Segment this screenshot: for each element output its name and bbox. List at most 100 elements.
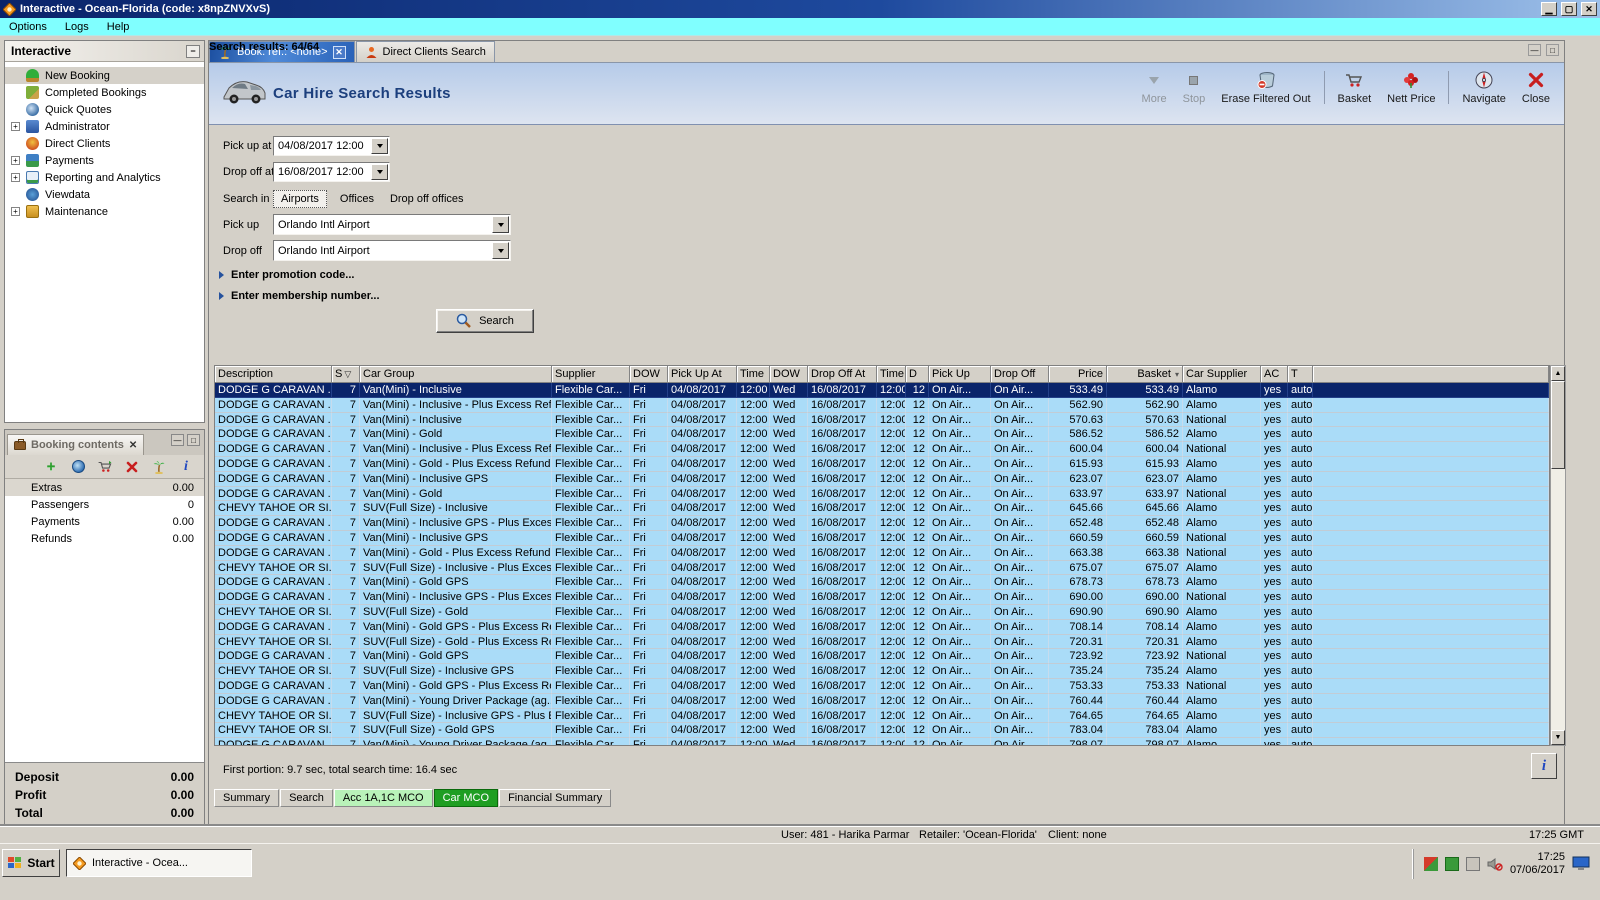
result-row[interactable]: DODGE G CARAVAN ... 7 Van(Mini) - Young …	[215, 738, 1549, 745]
antivirus-tray-icon[interactable]	[1423, 857, 1438, 871]
pickup-at-combobox[interactable]: 04/08/2017 12:00	[273, 136, 390, 156]
result-row[interactable]: DODGE G CARAVAN ... 7 Van(Mini) - Inclus…	[215, 590, 1549, 605]
chevron-down-icon[interactable]	[371, 164, 388, 180]
column-header-basket[interactable]: Basket ▾	[1107, 366, 1183, 383]
column-header[interactable]: Drop Off At	[808, 366, 877, 383]
sidebar-item[interactable]: + Viewdata	[5, 186, 204, 203]
promotion-code-expander[interactable]: Enter promotion code...	[219, 269, 354, 281]
result-row[interactable]: DODGE G CARAVAN ... 7 Van(Mini) - Inclus…	[215, 412, 1549, 428]
column-header[interactable]: DOW	[630, 366, 668, 383]
membership-number-expander[interactable]: Enter membership number...	[219, 290, 380, 302]
result-row[interactable]: CHEVY TAHOE OR SI... 7 SUV(Full Size) - …	[215, 501, 1549, 517]
result-row[interactable]: DODGE G CARAVAN ... 7 Van(Mini) - Gold G…	[215, 619, 1549, 635]
search-in-option[interactable]: Airports	[273, 190, 327, 208]
sidebar-item[interactable]: + Payments	[5, 152, 204, 169]
booking-contents-row[interactable]: Extras 0.00	[5, 479, 204, 496]
scroll-up-icon[interactable]: ▲	[1551, 366, 1565, 381]
search-button[interactable]: Search	[436, 309, 534, 333]
column-header[interactable]: Price	[1049, 366, 1107, 383]
restore-icon[interactable]: □	[1546, 44, 1559, 56]
close-icon[interactable]: ✕	[1581, 2, 1597, 16]
column-header[interactable]: Time	[737, 366, 770, 383]
scrollbar-track[interactable]	[1551, 381, 1565, 730]
erase-filtered-out-button[interactable]: Erase Filtered Out	[1213, 68, 1318, 107]
column-header[interactable]: Pick Up At	[668, 366, 737, 383]
column-header[interactable]: DOW	[770, 366, 808, 383]
basket-icon[interactable]	[97, 459, 113, 475]
tab-direct-clients-search[interactable]: Direct Clients Search	[355, 41, 495, 62]
start-button[interactable]: Start	[2, 849, 60, 877]
pickup-combobox[interactable]: Orlando Intl Airport	[273, 214, 511, 235]
menu-item[interactable]: Logs	[56, 19, 98, 35]
maximize-icon[interactable]: ▢	[1561, 2, 1577, 16]
maximize-icon[interactable]: □	[187, 434, 200, 446]
chevron-down-icon[interactable]	[371, 138, 388, 154]
collapse-icon[interactable]: −	[186, 44, 200, 58]
result-row[interactable]: DODGE G CARAVAN ... 7 Van(Mini) - Inclus…	[215, 516, 1549, 531]
bottom-tab[interactable]: Search	[280, 789, 333, 807]
taskbar-task-button[interactable]: Interactive - Ocea...	[66, 849, 252, 877]
basket-button[interactable]: Basket	[1330, 68, 1380, 107]
result-row[interactable]: DODGE G CARAVAN ... 7 Van(Mini) - Gold F…	[215, 427, 1549, 443]
result-row[interactable]: DODGE G CARAVAN ... 7 Van(Mini) - Inclus…	[215, 530, 1549, 546]
menu-item[interactable]: Options	[0, 19, 56, 35]
close-tab-icon[interactable]: ✕	[332, 45, 346, 59]
booking-contents-tab[interactable]: Booking contents ✕	[7, 434, 145, 455]
result-row[interactable]: DODGE G CARAVAN ... 7 Van(Mini) - Gold -…	[215, 456, 1549, 472]
chevron-down-icon[interactable]	[492, 216, 509, 233]
palm-tree-icon[interactable]	[151, 459, 167, 475]
delete-icon[interactable]	[124, 459, 140, 475]
minimize-icon[interactable]: ▁	[1541, 2, 1557, 16]
tray-clock[interactable]: 17:25 07/06/2017	[1510, 851, 1565, 877]
close-button[interactable]: Close	[1514, 68, 1558, 107]
column-header[interactable]: Car Group	[360, 366, 552, 383]
column-header[interactable]: AC	[1261, 366, 1288, 383]
info-button[interactable]: i	[1531, 753, 1557, 779]
device-tray-icon[interactable]	[1465, 857, 1480, 871]
result-row[interactable]: DODGE G CARAVAN ... 7 Van(Mini) - Gold G…	[215, 678, 1549, 694]
menu-item[interactable]: Help	[98, 19, 139, 35]
result-row[interactable]: CHEVY TAHOE OR SI... 7 SUV(Full Size) - …	[215, 723, 1549, 739]
booking-contents-row[interactable]: Payments 0.00	[5, 513, 204, 530]
expand-plus-icon[interactable]: +	[11, 122, 20, 131]
dropoff-combobox[interactable]: Orlando Intl Airport	[273, 240, 511, 261]
result-row[interactable]: CHEVY TAHOE OR SI... 7 SUV(Full Size) - …	[215, 708, 1549, 724]
network-tray-icon[interactable]	[1444, 857, 1459, 871]
vertical-scrollbar[interactable]: ▲ ▼	[1550, 365, 1566, 746]
result-row[interactable]: CHEVY TAHOE OR SI... 7 SUV(Full Size) - …	[215, 634, 1549, 650]
nett-price-button[interactable]: Nett Price	[1379, 68, 1443, 107]
result-row[interactable]: CHEVY TAHOE OR SI... 7 SUV(Full Size) - …	[215, 604, 1549, 620]
sidebar-item[interactable]: + Direct Clients	[5, 135, 204, 152]
result-row[interactable]: DODGE G CARAVAN ... 7 Van(Mini) - Young …	[215, 693, 1549, 709]
bottom-tab[interactable]: Financial Summary	[499, 789, 612, 807]
column-header[interactable]: Supplier	[552, 366, 630, 383]
result-row[interactable]: DODGE G CARAVAN ... 7 Van(Mini) - Gold -…	[215, 545, 1549, 561]
scrollbar-thumb[interactable]	[1551, 381, 1565, 469]
result-row[interactable]: DODGE G CARAVAN ... 7 Van(Mini) - Inclus…	[215, 442, 1549, 457]
navigate-button[interactable]: Navigate	[1454, 68, 1513, 107]
sidebar-item[interactable]: + Administrator	[5, 118, 204, 135]
expand-plus-icon[interactable]: +	[11, 156, 20, 165]
minimize-icon[interactable]: —	[1528, 44, 1541, 56]
result-row[interactable]: DODGE G CARAVAN ... 7 Van(Mini) - Inclus…	[215, 383, 1549, 398]
search-in-option[interactable]: Drop off offices	[387, 191, 467, 207]
availability-icon[interactable]	[70, 459, 86, 475]
result-row[interactable]: DODGE G CARAVAN ... 7 Van(Mini) - Gold G…	[215, 575, 1549, 591]
dropoff-at-combobox[interactable]: 16/08/2017 12:00	[273, 162, 390, 182]
booking-contents-row[interactable]: Refunds 0.00	[5, 530, 204, 547]
result-row[interactable]: DODGE G CARAVAN ... 7 Van(Mini) - Inclus…	[215, 397, 1549, 413]
expand-plus-icon[interactable]: +	[11, 207, 20, 216]
bottom-tab[interactable]: Car MCO	[433, 789, 499, 807]
info-icon[interactable]: i	[178, 459, 194, 475]
sidebar-item[interactable]: + Maintenance	[5, 203, 204, 220]
search-in-option[interactable]: Offices	[337, 191, 377, 207]
bottom-tab[interactable]: Summary	[214, 789, 280, 807]
close-icon[interactable]: ✕	[129, 440, 137, 451]
column-header[interactable]: Time	[877, 366, 906, 383]
result-row[interactable]: CHEVY TAHOE OR SI... 7 SUV(Full Size) - …	[215, 664, 1549, 679]
sidebar-item[interactable]: + Completed Bookings	[5, 84, 204, 101]
column-header[interactable]: S ▽	[332, 366, 360, 383]
booking-contents-row[interactable]: Passengers 0	[5, 496, 204, 513]
column-header[interactable]: Description	[215, 366, 332, 383]
result-row[interactable]: DODGE G CARAVAN ... 7 Van(Mini) - Gold F…	[215, 486, 1549, 502]
